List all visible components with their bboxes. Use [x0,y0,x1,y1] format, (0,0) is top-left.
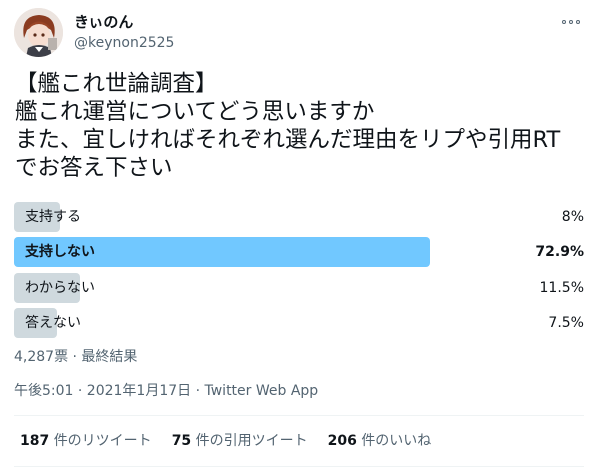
poll-option: 答えない 7.5% [14,308,584,338]
retweets-stat[interactable]: 187 件のリツイート [20,431,152,451]
poll-option-label: 支持しない [25,244,95,260]
poll-option-percent: 7.5% [548,315,584,331]
tweet: きぃのん @keynon2525 【艦これ世論調査】 艦これ運営についてどう思い… [0,0,598,469]
divider [14,466,584,467]
poll-option-percent: 72.9% [535,244,584,260]
retweets-label: 件のリツイート [53,433,152,449]
tweet-timestamp[interactable]: 午後5:01 · 2021年1月17日 · Twitter Web App [14,381,318,401]
poll-option-label: わからない [25,280,95,296]
avatar[interactable] [14,8,63,57]
likes-label: 件のいいね [361,433,432,449]
poll-option-label: 答えない [25,315,81,331]
quotes-count: 75 [171,433,192,449]
poll-summary: 4,287票 · 最終結果 [14,349,138,365]
poll-option-winner: 支持しない 72.9% [14,237,584,267]
avatar-image [14,8,63,57]
divider [14,415,584,416]
quotes-stat[interactable]: 75 件の引用ツイート [172,431,308,451]
poll-option-percent: 11.5% [539,280,584,296]
more-icon[interactable] [556,10,586,34]
poll-option-percent: 8% [561,209,584,225]
retweets-count: 187 [20,433,50,449]
likes-stat[interactable]: 206 件のいいね [328,431,432,451]
user-handle[interactable]: @keynon2525 [74,34,174,52]
display-name[interactable]: きぃのん [74,12,133,32]
poll-option: わからない 11.5% [14,273,584,303]
quotes-label: 件の引用ツイート [195,433,308,449]
poll-option: 支持する 8% [14,202,584,232]
likes-count: 206 [327,433,357,449]
poll-option-label: 支持する [25,209,81,225]
engagement-stats: 187 件のリツイート 75 件の引用ツイート 206 件のいいね [20,431,431,451]
tweet-text: 【艦これ世論調査】 艦これ運営についてどう思いますか また、宜しければそれぞれ選… [15,71,561,181]
